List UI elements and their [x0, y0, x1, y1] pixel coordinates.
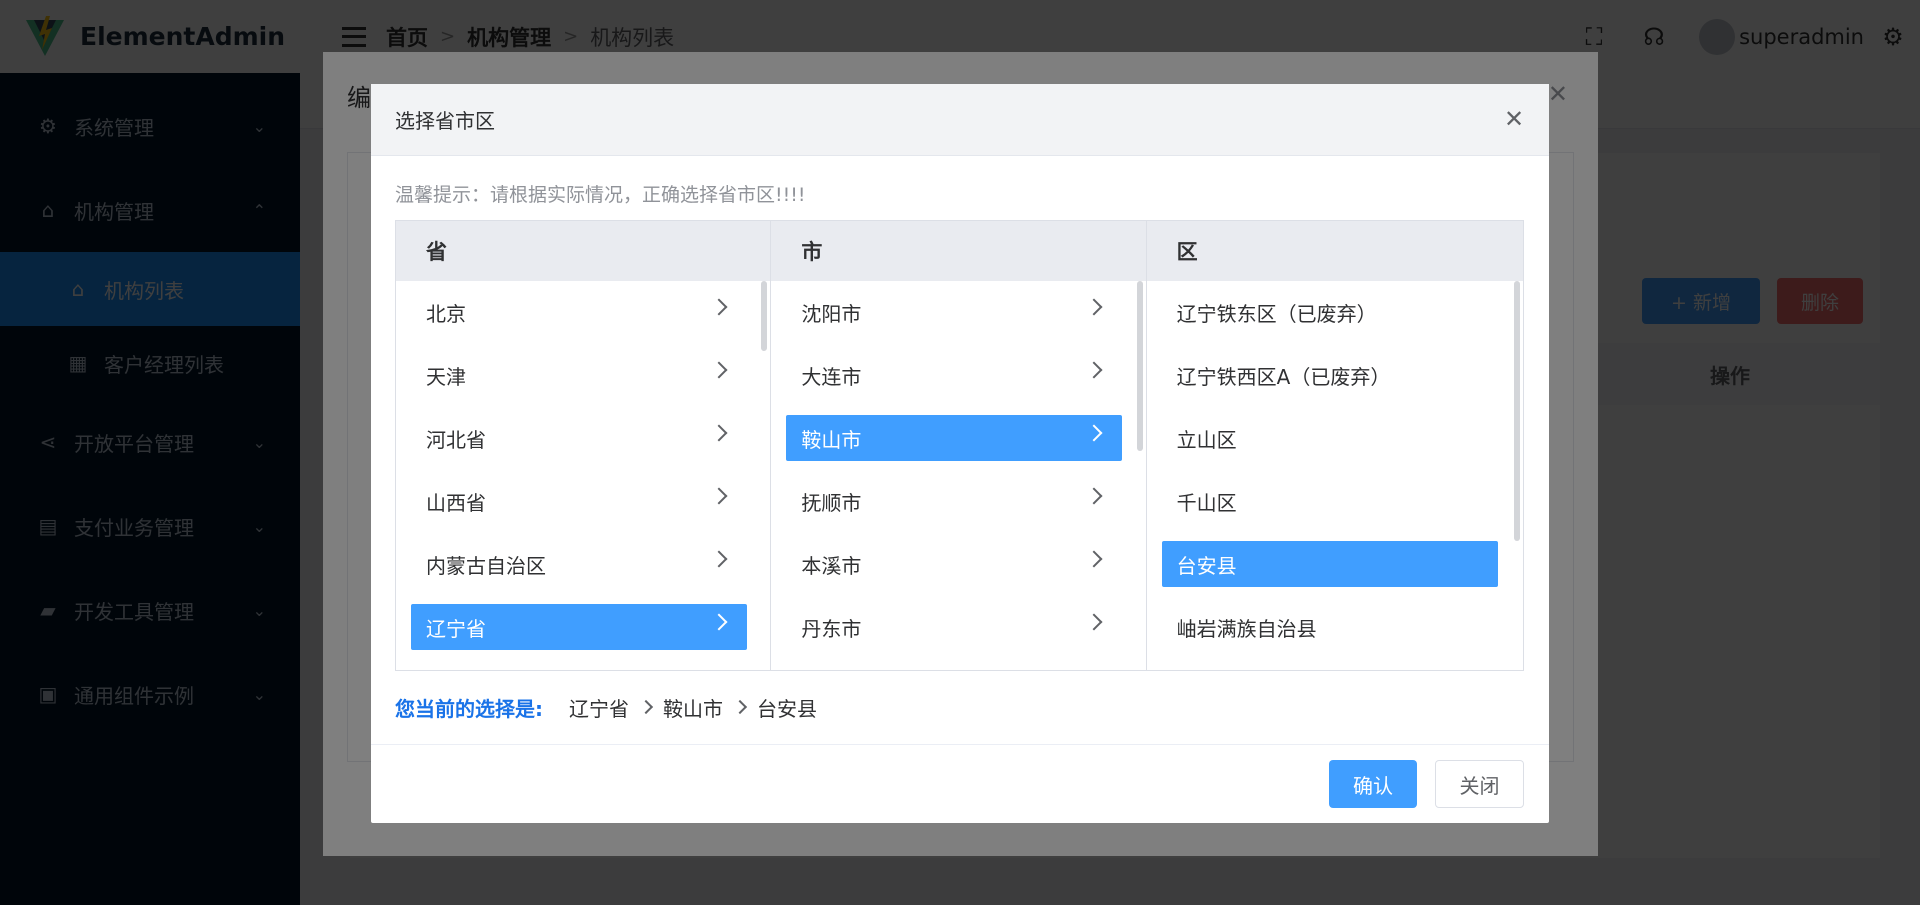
selected-city: 鞍山市	[663, 696, 723, 721]
region-cascader: 省 北京 天津 河北省 山西省 内蒙古自治区 辽宁省 市 沈阳市 大连市 鞍山市	[395, 220, 1524, 671]
city-header: 市	[771, 221, 1146, 281]
chevron-right-icon	[710, 361, 728, 379]
option-label: 丹东市	[801, 616, 862, 641]
chevron-right-icon	[1085, 487, 1103, 505]
city-list: 沈阳市 大连市 鞍山市 抚顺市 本溪市 丹东市	[771, 281, 1145, 650]
district-option[interactable]: 辽宁铁西区A（已废弃）	[1162, 352, 1498, 398]
province-column: 省 北京 天津 河北省 山西省 内蒙古自治区 辽宁省	[396, 221, 772, 670]
option-label: 岫岩满族自治县	[1176, 616, 1317, 641]
district-option[interactable]: 辽宁铁东区（已废弃）	[1162, 289, 1498, 335]
province-list: 北京 天津 河北省 山西省 内蒙古自治区 辽宁省	[396, 281, 770, 650]
district-option[interactable]: 千山区	[1162, 478, 1498, 524]
dialog-body: 温馨提示：请根据实际情况，正确选择省市区!!!! 省 北京 天津 河北省 山西省…	[371, 156, 1549, 743]
chevron-right-icon	[1085, 550, 1103, 568]
option-label: 辽宁铁西区A（已废弃）	[1176, 364, 1391, 389]
region-dialog: 选择省市区 ✕ 温馨提示：请根据实际情况，正确选择省市区!!!! 省 北京 天津…	[371, 84, 1549, 823]
district-column: 区 辽宁铁东区（已废弃） 辽宁铁西区A（已废弃） 立山区 千山区 台安县 岫岩满…	[1146, 221, 1523, 670]
province-option[interactable]: 河北省	[411, 415, 747, 461]
dialog-title: 选择省市区	[395, 109, 495, 133]
option-label: 天津	[426, 364, 466, 389]
chevron-right-icon	[710, 424, 728, 442]
chevron-right-icon	[1085, 613, 1103, 631]
option-label: 抚顺市	[801, 490, 862, 515]
province-option-selected[interactable]: 辽宁省	[411, 604, 747, 650]
option-label: 河北省	[426, 427, 486, 452]
city-option-selected[interactable]: 鞍山市	[786, 415, 1123, 461]
province-option[interactable]: 山西省	[411, 478, 747, 524]
option-label: 内蒙古自治区	[426, 553, 546, 578]
district-option[interactable]: 立山区	[1162, 415, 1498, 461]
city-option[interactable]: 沈阳市	[786, 289, 1122, 335]
district-option-selected[interactable]: 台安县	[1161, 541, 1498, 587]
city-option[interactable]: 大连市	[786, 352, 1122, 398]
close-button[interactable]: 关闭	[1435, 760, 1524, 808]
selected-province: 辽宁省	[569, 696, 629, 721]
option-label: 北京	[426, 301, 466, 326]
chevron-right-icon	[710, 298, 728, 316]
option-label: 辽宁省	[426, 616, 486, 641]
chevron-right-icon	[732, 699, 748, 715]
option-label: 山西省	[426, 490, 486, 515]
option-label: 鞍山市	[801, 427, 862, 452]
chevron-right-icon	[1085, 361, 1103, 379]
selected-district: 台安县	[757, 696, 817, 721]
option-label: 辽宁铁东区（已废弃）	[1176, 301, 1377, 326]
district-header: 区	[1146, 221, 1523, 281]
dialog-header: 选择省市区 ✕	[371, 84, 1549, 156]
chevron-right-icon	[710, 550, 728, 568]
city-option[interactable]: 丹东市	[786, 604, 1122, 650]
district-option[interactable]: 岫岩满族自治县	[1162, 604, 1498, 650]
close-icon[interactable]: ✕	[1501, 105, 1527, 133]
province-header: 省	[396, 221, 771, 281]
chevron-right-icon	[710, 613, 728, 631]
option-label: 本溪市	[801, 553, 862, 578]
chevron-right-icon	[1085, 424, 1103, 442]
city-column: 市 沈阳市 大连市 鞍山市 抚顺市 本溪市 丹东市	[771, 221, 1147, 670]
confirm-button[interactable]: 确认	[1329, 760, 1417, 808]
chevron-right-icon	[1085, 298, 1103, 316]
district-list: 辽宁铁东区（已废弃） 辽宁铁西区A（已废弃） 立山区 千山区 台安县 岫岩满族自…	[1147, 281, 1523, 650]
selection-summary: 您当前的选择是: 辽宁省 鞍山市 台安县	[395, 671, 1525, 743]
city-scrollbar[interactable]	[1136, 281, 1143, 451]
city-option[interactable]: 抚顺市	[786, 478, 1122, 524]
option-label: 沈阳市	[801, 301, 862, 326]
selection-path: 辽宁省 鞍山市 台安县	[569, 693, 817, 722]
district-scrollbar[interactable]	[1513, 281, 1520, 541]
option-label: 千山区	[1176, 490, 1237, 515]
tip-text: 温馨提示：请根据实际情况，正确选择省市区!!!!	[395, 184, 806, 206]
province-scrollbar[interactable]	[761, 281, 768, 351]
chevron-right-icon	[638, 699, 654, 715]
option-label: 大连市	[801, 364, 862, 389]
province-option[interactable]: 北京	[411, 289, 747, 335]
province-option[interactable]: 内蒙古自治区	[411, 541, 747, 587]
option-label: 台安县	[1176, 553, 1237, 578]
city-option[interactable]: 本溪市	[786, 541, 1122, 587]
dialog-footer: 确认 关闭	[371, 744, 1549, 823]
option-label: 立山区	[1176, 427, 1237, 452]
selection-label: 您当前的选择是:	[395, 696, 543, 721]
chevron-right-icon	[710, 487, 728, 505]
province-option[interactable]: 天津	[411, 352, 747, 398]
